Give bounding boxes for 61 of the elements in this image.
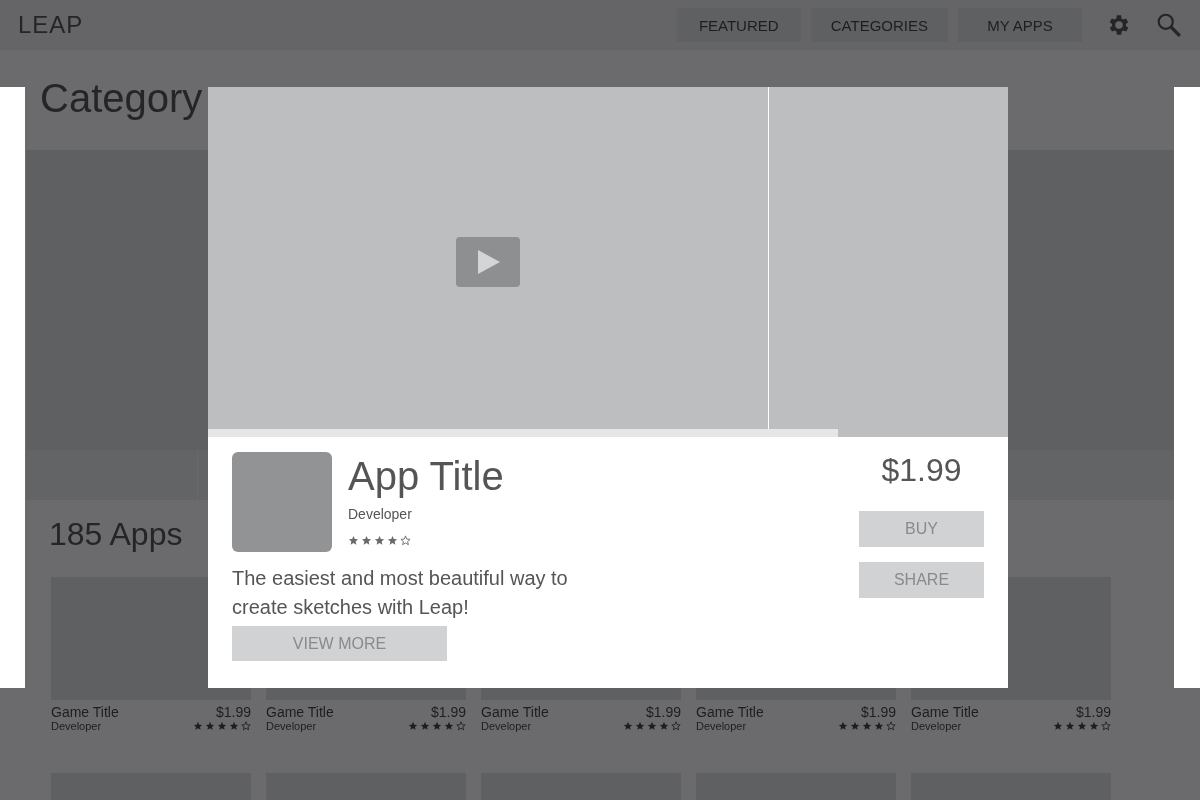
empty-star-icon <box>400 535 411 546</box>
star-icon <box>217 721 227 731</box>
nav-button[interactable]: CATEGORIES <box>810 8 948 42</box>
app-title: App Title <box>348 453 504 500</box>
game-price: $1.99 <box>860 704 896 720</box>
game-title: Game Title <box>481 704 549 720</box>
game-title: Game Title <box>911 704 979 720</box>
game-developer: Developer <box>911 720 962 732</box>
app-description: The easiest and most beautiful way to create sketches with Leap! <box>232 566 569 620</box>
app-price: $1.99 <box>881 452 962 490</box>
game-price: $1.99 <box>430 704 466 720</box>
game-developer: Developer <box>51 720 102 732</box>
game-title: Game Title <box>696 704 764 720</box>
star-icon <box>229 721 239 731</box>
star-icon <box>444 721 454 731</box>
star-icon <box>874 721 884 731</box>
star-icon <box>420 721 430 731</box>
app-count: 185 Apps <box>48 515 183 554</box>
star-icon <box>387 535 398 546</box>
empty-star-icon <box>1101 721 1111 731</box>
play-icon[interactable] <box>456 237 520 287</box>
game-price: $1.99 <box>215 704 251 720</box>
star-icon <box>1077 721 1087 731</box>
game-title: Game Title <box>51 704 119 720</box>
star-icon <box>850 721 860 731</box>
star-icon <box>1053 721 1063 731</box>
nav-button[interactable]: FEATURED <box>676 8 801 42</box>
nav-button[interactable]: MY APPS <box>958 8 1082 42</box>
buy-button[interactable]: BUY <box>859 511 984 547</box>
app-developer: Developer <box>348 506 413 522</box>
star-icon <box>205 721 215 731</box>
star-icon <box>348 535 359 546</box>
star-icon <box>1089 721 1099 731</box>
game-price: $1.99 <box>1075 704 1111 720</box>
search-icon[interactable] <box>1156 12 1182 38</box>
star-icon <box>862 721 872 731</box>
share-button[interactable]: SHARE <box>859 562 984 598</box>
game-title: Game Title <box>266 704 334 720</box>
empty-star-icon <box>671 721 681 731</box>
empty-star-icon <box>456 721 466 731</box>
star-icon <box>1065 721 1075 731</box>
empty-star-icon <box>886 721 896 731</box>
game-developer: Developer <box>481 720 532 732</box>
star-icon <box>193 721 203 731</box>
star-icon <box>635 721 645 731</box>
game-price: $1.99 <box>645 704 681 720</box>
app-icon <box>232 452 332 552</box>
star-icon <box>361 535 372 546</box>
star-icon <box>623 721 633 731</box>
star-icon <box>838 721 848 731</box>
star-icon <box>374 535 385 546</box>
category-title: Category <box>39 75 203 122</box>
game-developer: Developer <box>696 720 747 732</box>
view-more-button[interactable]: VIEW MORE <box>232 626 447 661</box>
star-icon <box>647 721 657 731</box>
star-icon <box>659 721 669 731</box>
star-icon <box>408 721 418 731</box>
star-icon <box>432 721 442 731</box>
logo: LEAP <box>18 11 84 39</box>
empty-star-icon <box>241 721 251 731</box>
game-developer: Developer <box>266 720 317 732</box>
